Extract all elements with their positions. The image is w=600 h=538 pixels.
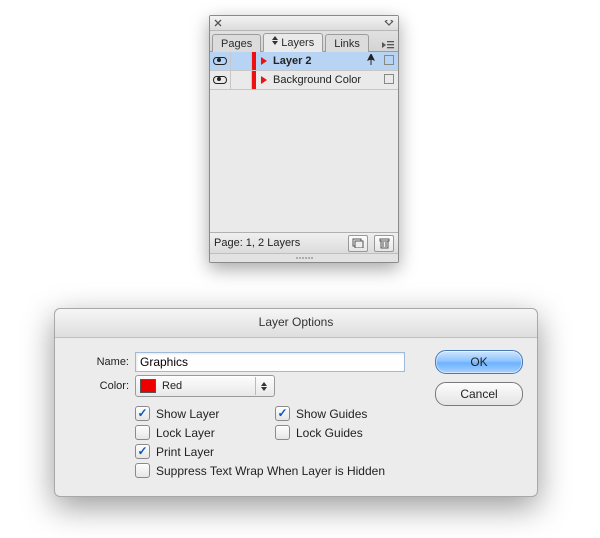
layers-panel: Pages Layers Links Layer 2 Background Co… [209,15,399,263]
show-layer-checkbox[interactable]: Show Layer [135,406,275,421]
layer-row[interactable]: Layer 2 [210,52,398,71]
lock-layer-checkbox[interactable]: Lock Layer [135,425,275,440]
checkbox-icon [135,406,150,421]
panel-tabs: Pages Layers Links [210,31,398,52]
collapse-icon[interactable] [384,20,394,26]
color-value: Red [162,380,182,392]
ok-button[interactable]: OK [435,350,523,374]
layer-color-strip [252,52,256,70]
resize-handle[interactable] [210,253,398,262]
pen-icon [362,54,380,69]
dialog-title: Layer Options [55,309,537,338]
updown-icon [272,36,279,45]
eye-icon [213,76,227,84]
tab-layers[interactable]: Layers [263,33,323,52]
show-guides-checkbox[interactable]: Show Guides [275,406,435,421]
name-label: Name: [71,356,135,368]
selection-square[interactable] [380,74,398,87]
tab-links[interactable]: Links [325,34,369,52]
eye-icon [213,57,227,65]
layer-row[interactable]: Background Color [210,71,398,90]
panel-footer: Page: 1, 2 Layers [210,233,398,253]
disclosure-triangle-icon[interactable] [261,76,267,84]
layer-name[interactable]: Background Color [271,74,380,86]
panel-menu-button[interactable] [378,37,398,51]
new-layer-button[interactable] [348,235,368,252]
close-icon[interactable] [214,19,222,27]
panel-titlebar[interactable] [210,16,398,31]
layer-name[interactable]: Layer 2 [271,55,362,67]
cancel-button[interactable]: Cancel [435,382,523,406]
delete-layer-button[interactable] [374,235,394,252]
checkbox-icon [135,425,150,440]
name-input[interactable] [135,352,405,372]
layer-options-dialog: Layer Options Name: Color: Red Show Laye… [54,308,538,497]
color-select[interactable]: Red [135,375,275,397]
visibility-toggle[interactable] [210,52,231,70]
footer-status: Page: 1, 2 Layers [214,237,300,249]
checkbox-icon [275,406,290,421]
lock-toggle[interactable] [231,71,252,89]
checkbox-icon [275,425,290,440]
lock-toggle[interactable] [231,52,252,70]
updown-icon [255,377,272,395]
color-label: Color: [71,380,135,392]
layer-list[interactable]: Layer 2 Background Color [210,52,398,233]
disclosure-triangle-icon[interactable] [261,57,267,65]
checkbox-icon [135,444,150,459]
layer-color-strip [252,71,256,89]
suppress-wrap-checkbox[interactable]: Suppress Text Wrap When Layer is Hidden [135,463,435,478]
tab-pages[interactable]: Pages [212,34,261,52]
color-swatch [140,379,156,393]
checkbox-icon [135,463,150,478]
checkbox-group: Show Layer Show Guides Lock Layer Lock G… [135,406,435,478]
lock-guides-checkbox[interactable]: Lock Guides [275,425,435,440]
print-layer-checkbox[interactable]: Print Layer [135,444,275,459]
selection-square[interactable] [380,55,398,68]
visibility-toggle[interactable] [210,71,231,89]
